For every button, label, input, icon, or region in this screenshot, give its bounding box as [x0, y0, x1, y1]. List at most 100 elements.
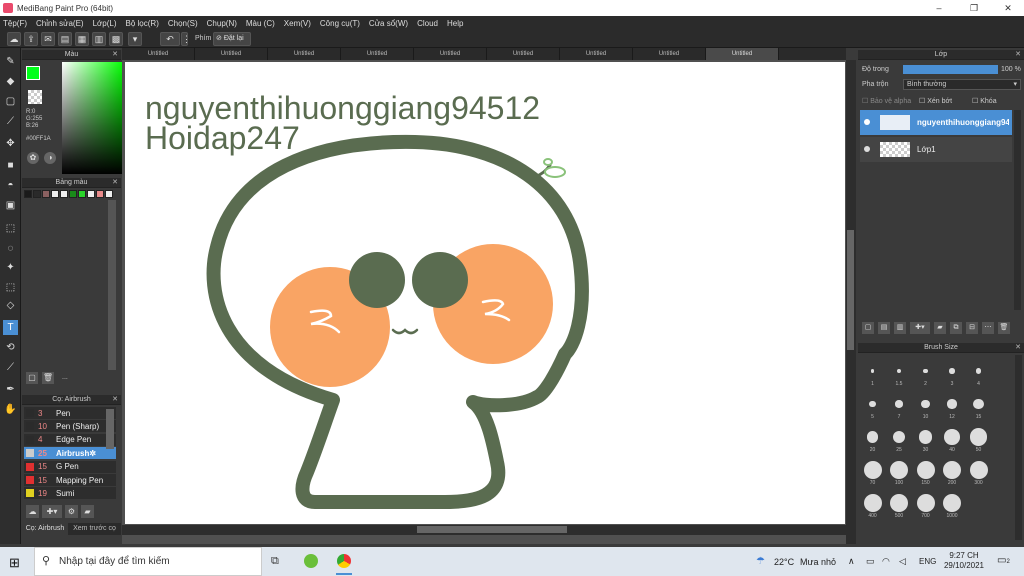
close-button[interactable]: ✕: [993, 0, 1023, 16]
brush-item[interactable]: 25 Airbrush ✲: [24, 447, 116, 461]
select-pen-icon[interactable]: ⬚: [3, 280, 18, 295]
eye-icon[interactable]: [864, 119, 870, 125]
brush-settings-icon[interactable]: ⚙: [65, 505, 78, 518]
blend-select[interactable]: Bình thường ▾: [903, 79, 1021, 90]
tab-untitled[interactable]: Untitled: [706, 48, 779, 60]
reset-button[interactable]: ⊘ Đặt lại: [213, 32, 251, 46]
network-icon[interactable]: ▭: [866, 556, 875, 567]
windows-start-icon[interactable]: ⊞: [9, 555, 20, 571]
color-swatch[interactable]: [33, 190, 41, 198]
brush-size-option[interactable]: 20: [860, 423, 885, 453]
brush-size-option[interactable]: 300: [966, 456, 991, 486]
tab-brush-preview[interactable]: Xem trước cọ: [68, 523, 121, 535]
cloud-brush-icon[interactable]: ☁: [26, 505, 39, 518]
brush-size-option[interactable]: 10: [913, 390, 938, 420]
brush-size-option[interactable]: 1.5: [887, 357, 912, 387]
close-icon[interactable]: ✕: [112, 178, 118, 188]
trash-icon[interactable]: 🗑: [42, 372, 54, 384]
menu-snap[interactable]: Chụp(N): [207, 19, 237, 28]
new-swatch-icon[interactable]: ▢: [26, 372, 38, 384]
brush-item[interactable]: 15 Mapping Pen: [24, 474, 116, 487]
brush-size-option[interactable]: 3: [940, 357, 965, 387]
brush-item[interactable]: 4 Edge Pen: [24, 433, 116, 447]
comment-icon[interactable]: ▤: [58, 32, 72, 46]
cloud-icon[interactable]: ☁: [7, 32, 21, 46]
add-brush-icon[interactable]: ✚▾: [42, 505, 62, 518]
tab-untitled[interactable]: Untitled: [633, 48, 706, 60]
color-swatch[interactable]: [96, 190, 104, 198]
layer-scrollbar[interactable]: [1014, 110, 1021, 310]
merge-layer-icon[interactable]: ⊟: [966, 322, 978, 334]
app-icon[interactable]: [304, 554, 318, 568]
menu-color[interactable]: Màu (C): [246, 19, 275, 28]
notification-icon[interactable]: ▭2: [997, 555, 1010, 566]
menu-view[interactable]: Xem(V): [284, 19, 311, 28]
lock-checkbox[interactable]: ☐ Khóa: [972, 97, 997, 105]
select-eraser-icon[interactable]: ◇: [3, 298, 18, 313]
brush-size-option[interactable]: 5: [860, 390, 885, 420]
saturation-value-picker[interactable]: [62, 62, 124, 174]
foreground-color-swatch[interactable]: [26, 66, 40, 80]
brush-item[interactable]: 10 Pen (Sharp): [24, 420, 116, 434]
magic-wand-icon[interactable]: ✦: [3, 260, 18, 275]
task-view-icon[interactable]: ⧉: [271, 555, 279, 568]
menu-tools[interactable]: Công cụ(T): [320, 19, 360, 28]
brush-size-option[interactable]: 2: [913, 357, 938, 387]
tab-brush[interactable]: Cọ: Airbrush: [22, 523, 68, 535]
brush-folder-icon[interactable]: ▰: [81, 505, 94, 518]
close-icon[interactable]: ✕: [112, 50, 118, 60]
tab-untitled[interactable]: Untitled: [268, 48, 341, 60]
add-layer-menu-icon[interactable]: ✚▾: [910, 322, 930, 334]
tab-untitled[interactable]: Untitled: [341, 48, 414, 60]
wifi-icon[interactable]: ◠: [882, 556, 890, 567]
brush-size-option[interactable]: 15: [966, 390, 991, 420]
language-indicator[interactable]: ENG: [919, 557, 936, 566]
brush-size-option[interactable]: 700: [913, 489, 938, 519]
maximize-button[interactable]: ❐: [959, 0, 989, 16]
volume-icon[interactable]: ◁: [899, 556, 906, 567]
undo-menu-icon[interactable]: ⋮: [181, 32, 191, 46]
select-tool-icon[interactable]: ⬚: [3, 221, 18, 236]
tab-untitled[interactable]: Untitled: [560, 48, 633, 60]
menu-grid-icon[interactable]: ▩: [109, 32, 123, 46]
shape-tool-icon[interactable]: ■: [3, 158, 18, 173]
color-swatch[interactable]: [51, 190, 59, 198]
color-swatch[interactable]: [105, 190, 113, 198]
brush-scrollbar[interactable]: [106, 409, 114, 449]
undo-icon[interactable]: ↶: [160, 32, 180, 46]
layer-item[interactable]: nguyenthihuonggiang94512: [860, 110, 1012, 135]
brush-size-option[interactable]: 70: [860, 456, 885, 486]
brush-size-option[interactable]: 200: [940, 456, 965, 486]
menu-window[interactable]: Cửa sổ(W): [369, 19, 408, 28]
horizontal-scroll-thumb[interactable]: [417, 526, 567, 533]
close-icon[interactable]: ✕: [1015, 343, 1021, 353]
layer-item[interactable]: Lớp1: [860, 137, 1012, 162]
menu-select[interactable]: Chọn(S): [168, 19, 198, 28]
brush-size-option[interactable]: 4: [966, 357, 991, 387]
protect-alpha-checkbox[interactable]: ☐ Bảo vệ alpha: [862, 97, 911, 105]
minimize-button[interactable]: –: [924, 0, 954, 16]
more-options[interactable]: ...: [62, 374, 68, 381]
color-swatch[interactable]: [24, 190, 32, 198]
menu-file[interactable]: Tệp(F): [3, 19, 27, 28]
close-icon[interactable]: ✕: [112, 395, 118, 405]
dropdown-icon[interactable]: ▾: [128, 32, 142, 46]
brush-size-option[interactable]: 30: [913, 423, 938, 453]
drawing-canvas[interactable]: nguyenthihuonggiang94512 Hoidap247: [125, 62, 845, 524]
menu-help[interactable]: Help: [447, 19, 463, 28]
brush-size-scrollbar[interactable]: [1015, 355, 1022, 540]
eraser-tool-icon[interactable]: ◆: [3, 74, 18, 89]
color-picker-icon[interactable]: ◑: [44, 152, 56, 164]
hand-tool-icon[interactable]: ✋: [3, 402, 18, 417]
tab-untitled[interactable]: Untitled: [487, 48, 560, 60]
horizontal-scrollbar[interactable]: [122, 525, 846, 535]
brush-size-option[interactable]: 150: [913, 456, 938, 486]
menu-filter[interactable]: Bộ lọc(R): [126, 19, 159, 28]
opacity-slider[interactable]: [903, 65, 998, 74]
vertical-scroll-thumb[interactable]: [847, 230, 854, 350]
gear-icon[interactable]: ✲: [89, 449, 96, 458]
brush-size-option[interactable]: 1000: [940, 489, 965, 519]
brush-size-option[interactable]: 100: [887, 456, 912, 486]
fill-tool-icon[interactable]: ◓: [3, 178, 18, 193]
new-layer-8bit-icon[interactable]: ▤: [878, 322, 890, 334]
